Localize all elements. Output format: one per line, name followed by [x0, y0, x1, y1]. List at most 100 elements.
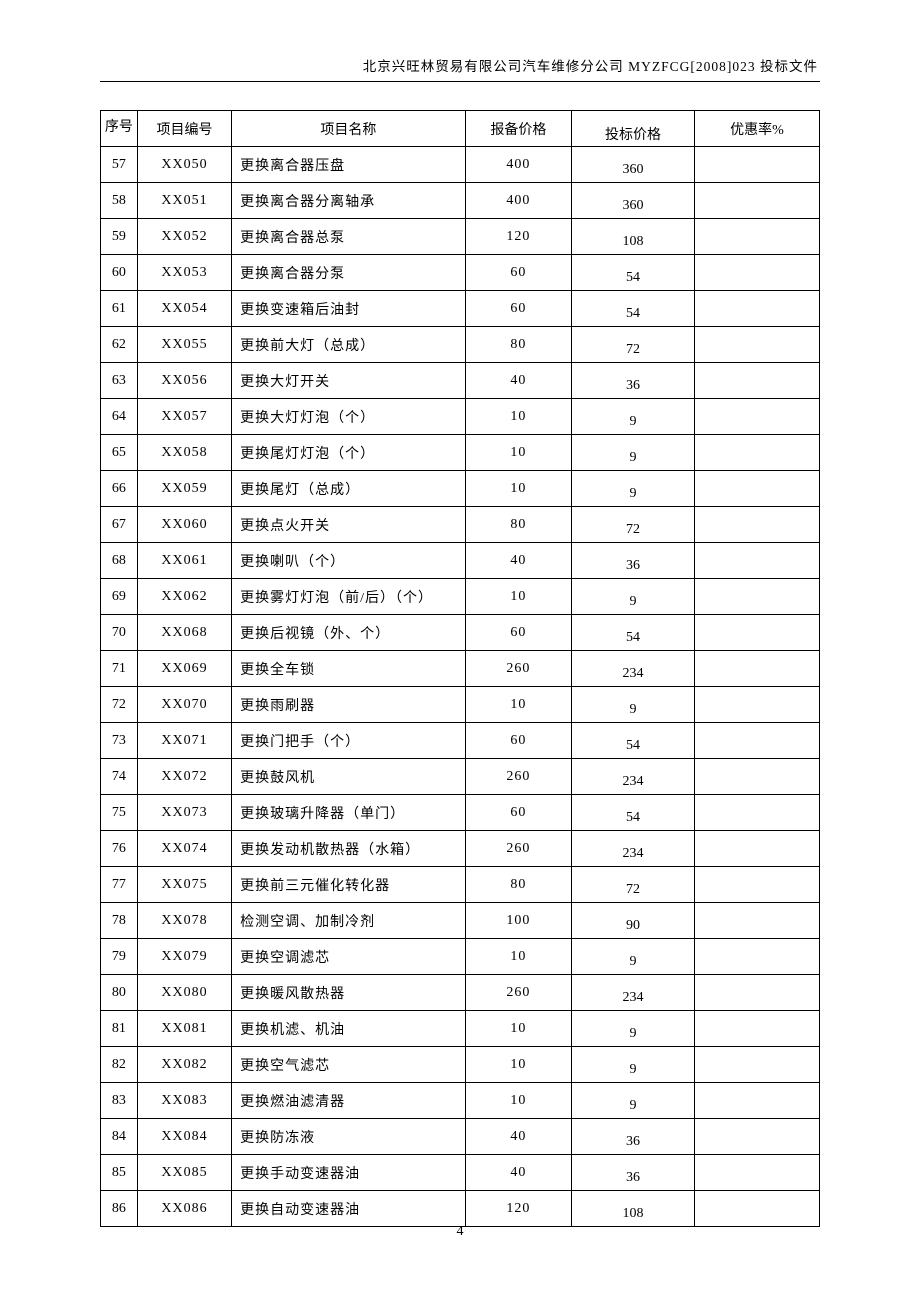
cell-code: XX083: [137, 1083, 231, 1119]
cell-seq: 80: [101, 975, 138, 1011]
cell-name: 更换后视镜（外、个）: [232, 615, 466, 651]
col-name: 项目名称: [232, 111, 466, 147]
cell-name: 更换全车锁: [232, 651, 466, 687]
cell-code: XX052: [137, 219, 231, 255]
cell-discount: [695, 1083, 820, 1119]
cell-code: XX056: [137, 363, 231, 399]
cell-discount: [695, 1191, 820, 1227]
cell-bid-price: 360: [572, 147, 695, 183]
cell-bid-price: 9: [572, 399, 695, 435]
cell-bid-price: 36: [572, 1119, 695, 1155]
cell-discount: [695, 975, 820, 1011]
table-row: 82XX082更换空气滤芯109: [101, 1047, 820, 1083]
cell-seq: 65: [101, 435, 138, 471]
cell-discount: [695, 1119, 820, 1155]
cell-base-price: 260: [465, 975, 572, 1011]
cell-seq: 62: [101, 327, 138, 363]
cell-base-price: 60: [465, 255, 572, 291]
cell-name: 更换雨刷器: [232, 687, 466, 723]
cell-base-price: 10: [465, 1083, 572, 1119]
cell-bid-price: 90: [572, 903, 695, 939]
cell-name: 更换前三元催化转化器: [232, 867, 466, 903]
cell-seq: 59: [101, 219, 138, 255]
cell-discount: [695, 867, 820, 903]
cell-bid-price: 72: [572, 327, 695, 363]
cell-seq: 66: [101, 471, 138, 507]
table-row: 72XX070更换雨刷器109: [101, 687, 820, 723]
cell-code: XX051: [137, 183, 231, 219]
cell-name: 更换离合器分泵: [232, 255, 466, 291]
cell-seq: 70: [101, 615, 138, 651]
table-row: 59XX052更换离合器总泵120108: [101, 219, 820, 255]
cell-name: 检测空调、加制冷剂: [232, 903, 466, 939]
cell-base-price: 10: [465, 471, 572, 507]
cell-base-price: 60: [465, 795, 572, 831]
cell-name: 更换鼓风机: [232, 759, 466, 795]
cell-bid-price: 9: [572, 1047, 695, 1083]
cell-bid-price: 234: [572, 975, 695, 1011]
cell-name: 更换防冻液: [232, 1119, 466, 1155]
cell-base-price: 80: [465, 327, 572, 363]
cell-code: XX085: [137, 1155, 231, 1191]
cell-bid-price: 9: [572, 939, 695, 975]
cell-discount: [695, 615, 820, 651]
cell-discount: [695, 147, 820, 183]
table-row: 64XX057更换大灯灯泡（个）109: [101, 399, 820, 435]
cell-discount: [695, 507, 820, 543]
table-header-row: 序号 项目编号 项目名称 报备价格 投标价格 优惠率%: [101, 111, 820, 147]
cell-base-price: 80: [465, 867, 572, 903]
table-row: 66XX059更换尾灯（总成）109: [101, 471, 820, 507]
cell-seq: 81: [101, 1011, 138, 1047]
cell-seq: 82: [101, 1047, 138, 1083]
table-row: 57XX050更换离合器压盘400360: [101, 147, 820, 183]
table-row: 75XX073更换玻璃升降器（单门）6054: [101, 795, 820, 831]
cell-bid-price: 9: [572, 1083, 695, 1119]
table-row: 81XX081更换机滤、机油109: [101, 1011, 820, 1047]
cell-seq: 74: [101, 759, 138, 795]
cell-name: 更换变速箱后油封: [232, 291, 466, 327]
cell-name: 更换门把手（个）: [232, 723, 466, 759]
cell-seq: 78: [101, 903, 138, 939]
cell-code: XX073: [137, 795, 231, 831]
cell-name: 更换离合器分离轴承: [232, 183, 466, 219]
cell-bid-price: 36: [572, 363, 695, 399]
cell-code: XX082: [137, 1047, 231, 1083]
cell-seq: 61: [101, 291, 138, 327]
cell-bid-price: 72: [572, 867, 695, 903]
cell-name: 更换前大灯（总成）: [232, 327, 466, 363]
cell-base-price: 10: [465, 399, 572, 435]
table-row: 60XX053更换离合器分泵6054: [101, 255, 820, 291]
cell-bid-price: 72: [572, 507, 695, 543]
cell-name: 更换燃油滤清器: [232, 1083, 466, 1119]
cell-discount: [695, 831, 820, 867]
table-row: 67XX060更换点火开关8072: [101, 507, 820, 543]
cell-code: XX078: [137, 903, 231, 939]
cell-discount: [695, 1011, 820, 1047]
table-row: 76XX074更换发动机散热器（水箱）260234: [101, 831, 820, 867]
cell-name: 更换发动机散热器（水箱）: [232, 831, 466, 867]
cell-name: 更换点火开关: [232, 507, 466, 543]
cell-seq: 77: [101, 867, 138, 903]
cell-base-price: 40: [465, 363, 572, 399]
cell-code: XX086: [137, 1191, 231, 1227]
table-row: 68XX061更换喇叭（个）4036: [101, 543, 820, 579]
cell-bid-price: 234: [572, 759, 695, 795]
cell-seq: 68: [101, 543, 138, 579]
cell-bid-price: 9: [572, 579, 695, 615]
cell-bid-price: 9: [572, 435, 695, 471]
cell-bid-price: 54: [572, 723, 695, 759]
cell-code: XX070: [137, 687, 231, 723]
cell-seq: 63: [101, 363, 138, 399]
cell-code: XX055: [137, 327, 231, 363]
table-row: 78XX078检测空调、加制冷剂10090: [101, 903, 820, 939]
cell-discount: [695, 471, 820, 507]
cell-base-price: 120: [465, 219, 572, 255]
cell-base-price: 260: [465, 831, 572, 867]
cell-discount: [695, 723, 820, 759]
cell-code: XX058: [137, 435, 231, 471]
cell-bid-price: 360: [572, 183, 695, 219]
cell-name: 更换自动变速器油: [232, 1191, 466, 1227]
table-row: 71XX069更换全车锁260234: [101, 651, 820, 687]
cell-seq: 57: [101, 147, 138, 183]
cell-code: XX075: [137, 867, 231, 903]
